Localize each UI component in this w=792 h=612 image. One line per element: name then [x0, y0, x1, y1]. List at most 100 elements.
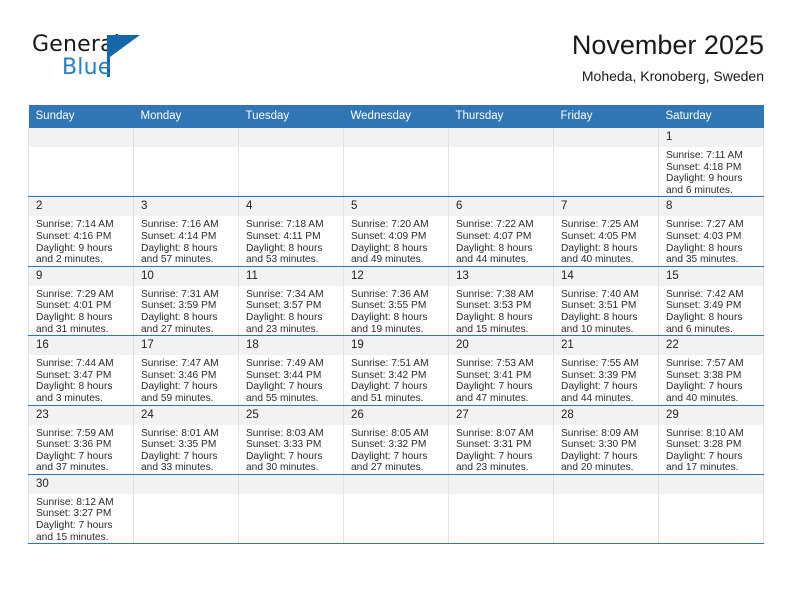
day-number: 20 — [449, 336, 553, 356]
calendar-day-cell[interactable]: 20 Sunrise: 7:53 AM Sunset: 3:41 PM Dayligh… — [448, 335, 554, 406]
daylight-text-line2: and 44 minutes. — [456, 254, 529, 266]
day-details: Sunrise: 7:57 AM Sunset: 3:38 PM Daylight:… — [659, 355, 763, 404]
logo-triangle-icon — [110, 35, 140, 57]
sunrise-text: Sunrise: 7:29 AM — [36, 288, 114, 300]
calendar-cell-empty — [448, 474, 554, 545]
day-number: 11 — [239, 266, 343, 286]
calendar-day-cell[interactable]: 2 Sunrise: 7:14 AM Sunset: 4:16 PM Daylight… — [28, 196, 134, 267]
calendar-day-cell[interactable]: 27 Sunrise: 8:07 AM Sunset: 3:31 PM Dayligh… — [448, 405, 554, 475]
calendar-day-cell[interactable]: 11 Sunrise: 7:34 AM Sunset: 3:57 PM Dayligh… — [238, 266, 344, 337]
sunrise-text: Sunrise: 8:05 AM — [351, 427, 429, 439]
day-details: Sunrise: 7:27 AM Sunset: 4:03 PM Daylight:… — [659, 216, 763, 265]
daylight-text-line2: and 3 minutes. — [36, 392, 103, 404]
calendar-header-row: Sunday Monday Tuesday Wednesday Thursday Frid… — [28, 105, 764, 128]
calendar-day-cell[interactable]: 14 Sunrise: 7:40 AM Sunset: 3:51 PM Dayligh… — [553, 266, 659, 337]
daylight-text-line1: Daylight: 8 hours — [456, 242, 533, 254]
day-details: Sunrise: 7:59 AM Sunset: 3:36 PM Daylight:… — [29, 425, 133, 474]
calendar-day-cell[interactable]: 7 Sunrise: 7:25 AM Sunset: 4:05 PM Daylight… — [553, 196, 659, 267]
day-details: Sunrise: 7:20 AM Sunset: 4:09 PM Daylight:… — [344, 216, 448, 265]
calendar-day-cell[interactable]: 15 Sunrise: 7:42 AM Sunset: 3:49 PM Dayligh… — [658, 266, 764, 337]
daylight-text-line1: Daylight: 7 hours — [351, 381, 428, 393]
day-number — [344, 128, 448, 147]
day-number: 9 — [29, 266, 133, 286]
calendar-day-cell[interactable]: 3 Sunrise: 7:16 AM Sunset: 4:14 PM Daylight… — [133, 196, 239, 267]
day-details: Sunrise: 7:40 AM Sunset: 3:51 PM Daylight:… — [554, 286, 658, 335]
day-details: Sunrise: 7:22 AM Sunset: 4:07 PM Daylight:… — [449, 216, 553, 265]
calendar-day-cell[interactable]: 1 Sunrise: 7:11 AM Sunset: 4:18 PM Daylight… — [658, 128, 764, 198]
weekday-header-thursday: Thursday — [448, 105, 554, 128]
calendar-page: General Blue November 2025 Moheda, Krono… — [0, 0, 792, 612]
day-number: 15 — [659, 266, 763, 286]
calendar-cell-empty — [553, 474, 659, 545]
daylight-text-line2: and 2 minutes. — [36, 254, 103, 266]
calendar-cell-empty — [343, 474, 449, 545]
day-details: Sunrise: 7:51 AM Sunset: 3:42 PM Daylight:… — [344, 355, 448, 404]
sunset-text: Sunset: 3:33 PM — [246, 439, 322, 451]
daylight-text-line1: Daylight: 8 hours — [246, 311, 323, 323]
sunset-text: Sunset: 3:55 PM — [351, 300, 427, 312]
calendar-day-cell[interactable]: 19 Sunrise: 7:51 AM Sunset: 3:42 PM Dayligh… — [343, 335, 449, 406]
calendar-day-cell[interactable]: 22 Sunrise: 7:57 AM Sunset: 3:38 PM Dayligh… — [658, 335, 764, 406]
day-number: 26 — [344, 405, 448, 425]
daylight-text-line1: Daylight: 7 hours — [561, 450, 638, 462]
calendar-day-cell[interactable]: 4 Sunrise: 7:18 AM Sunset: 4:11 PM Daylight… — [238, 196, 344, 267]
sunset-text: Sunset: 4:07 PM — [456, 230, 532, 242]
calendar-week-row: 30 Sunrise: 8:12 AM Sunset: 3:27 PM Dayligh… — [28, 474, 764, 545]
calendar-day-cell[interactable]: 10 Sunrise: 7:31 AM Sunset: 3:59 PM Dayligh… — [133, 266, 239, 337]
sunrise-text: Sunrise: 7:22 AM — [456, 219, 534, 231]
daylight-text-line2: and 59 minutes. — [141, 392, 214, 404]
calendar-day-cell[interactable]: 23 Sunrise: 7:59 AM Sunset: 3:36 PM Dayligh… — [28, 405, 134, 475]
day-details: Sunrise: 7:49 AM Sunset: 3:44 PM Daylight:… — [239, 355, 343, 404]
calendar-day-cell[interactable]: 13 Sunrise: 7:38 AM Sunset: 3:53 PM Dayligh… — [448, 266, 554, 337]
general-blue-logo[interactable]: General Blue — [32, 32, 232, 88]
sunrise-text: Sunrise: 8:01 AM — [141, 427, 219, 439]
title-block: November 2025 Moheda, Kronoberg, Sweden — [572, 28, 764, 86]
calendar-day-cell[interactable]: 16 Sunrise: 7:44 AM Sunset: 3:47 PM Dayligh… — [28, 335, 134, 406]
day-details: Sunrise: 8:10 AM Sunset: 3:28 PM Daylight:… — [659, 425, 763, 474]
calendar-day-cell[interactable]: 9 Sunrise: 7:29 AM Sunset: 4:01 PM Daylight… — [28, 266, 134, 337]
sunset-text: Sunset: 3:39 PM — [561, 369, 637, 381]
calendar-day-cell[interactable]: 24 Sunrise: 8:01 AM Sunset: 3:35 PM Dayligh… — [133, 405, 239, 475]
daylight-text-line1: Daylight: 8 hours — [351, 242, 428, 254]
daylight-text-line1: Daylight: 7 hours — [456, 450, 533, 462]
daylight-text-line1: Daylight: 7 hours — [666, 450, 743, 462]
sunset-text: Sunset: 3:36 PM — [36, 439, 112, 451]
calendar-day-cell[interactable]: 28 Sunrise: 8:09 AM Sunset: 3:30 PM Dayligh… — [553, 405, 659, 475]
daylight-text-line1: Daylight: 8 hours — [456, 311, 533, 323]
day-details: Sunrise: 8:03 AM Sunset: 3:33 PM Daylight:… — [239, 425, 343, 474]
calendar-day-cell[interactable]: 25 Sunrise: 8:03 AM Sunset: 3:33 PM Dayligh… — [238, 405, 344, 475]
day-number: 19 — [344, 336, 448, 356]
calendar-table: Sunday Monday Tuesday Wednesday Thursday Frid… — [28, 105, 764, 545]
calendar-week-row: 23 Sunrise: 7:59 AM Sunset: 3:36 PM Dayligh… — [28, 405, 764, 475]
day-number: 29 — [659, 405, 763, 425]
daylight-text-line1: Daylight: 7 hours — [351, 450, 428, 462]
calendar-day-cell[interactable]: 18 Sunrise: 7:49 AM Sunset: 3:44 PM Dayligh… — [238, 335, 344, 406]
sunset-text: Sunset: 4:09 PM — [351, 230, 427, 242]
daylight-text-line2: and 51 minutes. — [351, 392, 424, 404]
daylight-text-line1: Daylight: 9 hours — [666, 173, 743, 185]
calendar-day-cell[interactable]: 5 Sunrise: 7:20 AM Sunset: 4:09 PM Daylight… — [343, 196, 449, 267]
day-details: Sunrise: 7:34 AM Sunset: 3:57 PM Daylight:… — [239, 286, 343, 335]
sunrise-text: Sunrise: 7:44 AM — [36, 358, 114, 370]
calendar-day-cell[interactable]: 26 Sunrise: 8:05 AM Sunset: 3:32 PM Dayligh… — [343, 405, 449, 475]
day-details: Sunrise: 7:42 AM Sunset: 3:49 PM Daylight:… — [659, 286, 763, 335]
calendar-day-cell[interactable]: 21 Sunrise: 7:55 AM Sunset: 3:39 PM Dayligh… — [553, 335, 659, 406]
calendar-day-cell[interactable]: 12 Sunrise: 7:36 AM Sunset: 3:55 PM Dayligh… — [343, 266, 449, 337]
day-number: 14 — [554, 266, 658, 286]
weekday-header-saturday: Saturday — [658, 105, 764, 128]
day-number: 8 — [659, 197, 763, 217]
daylight-text-line2: and 23 minutes. — [456, 462, 529, 474]
daylight-text-line1: Daylight: 8 hours — [351, 311, 428, 323]
calendar-day-cell[interactable]: 8 Sunrise: 7:27 AM Sunset: 4:03 PM Daylight… — [658, 196, 764, 267]
page-subtitle-location: Moheda, Kronoberg, Sweden — [581, 68, 764, 84]
day-details: Sunrise: 7:14 AM Sunset: 4:16 PM Daylight:… — [29, 216, 133, 265]
calendar-day-cell[interactable]: 29 Sunrise: 8:10 AM Sunset: 3:28 PM Dayligh… — [658, 405, 764, 475]
calendar-day-cell[interactable]: 17 Sunrise: 7:47 AM Sunset: 3:46 PM Dayligh… — [133, 335, 239, 406]
day-number: 21 — [554, 336, 658, 356]
day-details: Sunrise: 7:53 AM Sunset: 3:41 PM Daylight:… — [449, 355, 553, 404]
calendar-day-cell[interactable]: 6 Sunrise: 7:22 AM Sunset: 4:07 PM Daylight… — [448, 196, 554, 267]
daylight-text-line2: and 35 minutes. — [666, 254, 739, 266]
calendar-cell-empty — [133, 474, 239, 545]
day-number: 5 — [344, 197, 448, 217]
calendar-day-cell[interactable]: 30 Sunrise: 8:12 AM Sunset: 3:27 PM Dayligh… — [28, 474, 134, 545]
